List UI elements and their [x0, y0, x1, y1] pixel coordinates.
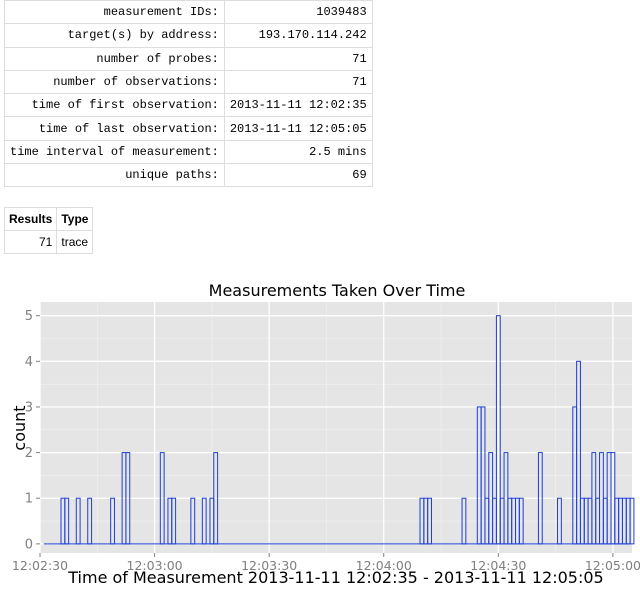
y-tick-label: 4 — [25, 355, 33, 370]
summary-value: 193.170.114.242 — [223, 23, 373, 48]
summary-key: time interval of measurement: — [4, 139, 225, 165]
summary-row: time of last observation: 2013-11-11 12:0… — [4, 116, 373, 141]
x-axis-label: Time of Measurement 2013-11-11 12:02:35 … — [67, 568, 603, 587]
x-tick-label: 12:02:30 — [12, 558, 68, 573]
summary-key: target(s) by address: — [4, 23, 225, 48]
summary-value: 71 — [223, 46, 373, 71]
summary-row: measurement IDs: 1039483 — [4, 0, 373, 25]
summary-row: unique paths: 69 — [4, 163, 373, 188]
summary-key: unique paths: — [4, 163, 225, 188]
results-header: Results — [3, 207, 58, 231]
results-table: Results Type 71 trace — [3, 207, 94, 254]
summary-value: 69 — [223, 163, 373, 188]
results-count: 71 — [3, 230, 58, 254]
summary-key: measurement IDs: — [4, 0, 225, 25]
chart-title: Measurements Taken Over Time — [209, 281, 466, 300]
measurement-summary-table: measurement IDs: 1039483 target(s) by addr… — [4, 0, 373, 188]
y-tick-label: 5 — [25, 309, 33, 324]
summary-row: number of observations: 71 — [4, 69, 373, 95]
y-axis-label: count — [10, 405, 29, 450]
summary-value: 2.5 mins — [223, 139, 373, 165]
type-header: Type — [56, 207, 94, 231]
y-tick-label: 1 — [25, 492, 33, 507]
summary-value: 2013-11-11 12:05:05 — [223, 116, 373, 141]
results-header-row: Results Type — [3, 207, 94, 231]
summary-value: 71 — [223, 69, 373, 95]
summary-value: 1039483 — [223, 0, 373, 25]
summary-row: target(s) by address: 193.170.114.242 — [4, 23, 373, 48]
y-tick-label: 0 — [25, 537, 33, 552]
summary-row: time of first observation: 2013-11-11 12:… — [4, 93, 373, 118]
summary-key: number of observations: — [4, 69, 225, 95]
summary-value: 2013-11-11 12:02:35 — [223, 93, 373, 118]
results-type: trace — [56, 230, 94, 254]
summary-key: number of probes: — [4, 46, 225, 71]
measurements-chart: Measurements Taken Over Time 012345 12:0… — [10, 281, 640, 587]
results-row: 71 trace — [3, 230, 94, 254]
summary-row: time interval of measurement: 2.5 mins — [4, 139, 373, 165]
summary-key: time of last observation: — [4, 116, 225, 141]
summary-row: number of probes: 71 — [4, 46, 373, 71]
plot-panel — [40, 302, 632, 553]
summary-key: time of first observation: — [4, 93, 225, 118]
